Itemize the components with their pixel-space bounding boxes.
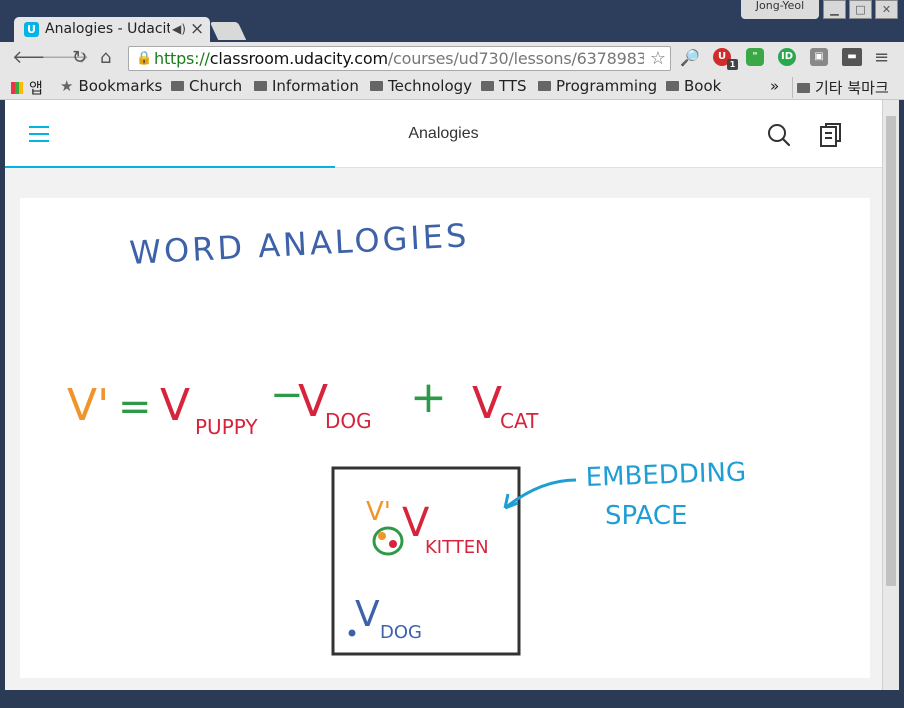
folder-icon bbox=[538, 81, 551, 91]
callout-line-1: EMBEDDING bbox=[585, 457, 746, 493]
puppy-subscript: PUPPY bbox=[195, 415, 258, 439]
bookmark-tts[interactable]: TTS bbox=[481, 77, 527, 95]
dog-subscript: DOG bbox=[325, 409, 372, 433]
folder-icon bbox=[370, 81, 383, 91]
browser-toolbar: 🡐 🡒 ↻ ⌂ 🔒 https://classroom.udacity.com/… bbox=[0, 42, 904, 74]
v-prime-point bbox=[378, 532, 386, 540]
other-bookmarks[interactable]: 기타 북마크 bbox=[792, 77, 889, 98]
extension-badge: 1 bbox=[727, 59, 738, 70]
quote-extension-icon[interactable]: " bbox=[746, 48, 764, 66]
v-dog-symbol: V bbox=[298, 376, 328, 427]
browser-titlebar: U Analogies - Udacit ◀) × Jong-Yeol ▁ □ … bbox=[0, 0, 904, 42]
bookmarks-bar: 앱 ★ Bookmarks Church Information Technolo… bbox=[0, 74, 904, 100]
tab-title: Analogies - Udacit bbox=[45, 21, 170, 37]
video-frame[interactable]: WORD ANALOGIES V' = V PUPPY − V DOG + V … bbox=[20, 198, 870, 678]
profile-button[interactable]: Jong-Yeol bbox=[741, 0, 819, 19]
search-extension-icon[interactable]: 🔎 bbox=[680, 48, 700, 68]
cat-subscript: CAT bbox=[500, 409, 539, 433]
folder-icon bbox=[666, 81, 679, 91]
bookmark-star-icon[interactable]: ☆ bbox=[650, 48, 666, 69]
tab-close-icon[interactable]: × bbox=[190, 19, 204, 39]
equals-sign: = bbox=[118, 384, 152, 430]
folder-icon bbox=[171, 81, 184, 91]
bookmark-technology[interactable]: Technology bbox=[370, 77, 472, 95]
pushbullet-extension-icon[interactable]: ID bbox=[778, 48, 796, 66]
notes-icon[interactable] bbox=[819, 122, 843, 148]
new-tab-button[interactable] bbox=[209, 22, 247, 40]
home-icon[interactable]: ⌂ bbox=[100, 48, 111, 68]
lock-icon: 🔒 bbox=[136, 51, 153, 66]
box-v-prime-symbol: V' bbox=[366, 497, 391, 527]
minimize-icon[interactable]: ▁ bbox=[823, 0, 846, 19]
folder-icon bbox=[797, 83, 810, 93]
video-extension-icon[interactable]: ▬ bbox=[842, 48, 862, 66]
whiteboard-heading: WORD ANALOGIES bbox=[128, 216, 470, 272]
lesson-title: Analogies bbox=[408, 125, 479, 142]
audio-playing-icon[interactable]: ◀) bbox=[172, 22, 186, 36]
plus-sign: + bbox=[410, 372, 447, 423]
page-scrollbar[interactable] bbox=[882, 100, 899, 700]
screenshot-extension-icon[interactable]: ▣ bbox=[810, 48, 828, 66]
maximize-icon[interactable]: □ bbox=[849, 0, 872, 19]
browser-tab[interactable]: U Analogies - Udacit ◀) × bbox=[14, 17, 210, 42]
box-v-dog-symbol: V bbox=[355, 594, 380, 635]
menu-icon[interactable]: ≡ bbox=[874, 48, 889, 68]
reload-icon[interactable]: ↻ bbox=[72, 48, 87, 68]
bookmark-programming[interactable]: Programming bbox=[538, 77, 657, 95]
box-dog-subscript: DOG bbox=[380, 622, 422, 643]
cluster-circle bbox=[372, 526, 404, 556]
lesson-progress-bar bbox=[5, 166, 335, 168]
star-icon: ★ bbox=[60, 77, 74, 95]
v-prime-symbol: V' bbox=[67, 380, 109, 431]
v-puppy-symbol: V bbox=[160, 380, 190, 431]
search-icon[interactable] bbox=[767, 123, 791, 147]
apps-icon bbox=[11, 82, 23, 94]
page-content: Analogies WORD ANALOGIES V' = V PUPPY − … bbox=[5, 100, 882, 700]
bookmark-church[interactable]: Church bbox=[171, 77, 242, 95]
address-bar[interactable]: 🔒 https://classroom.udacity.com/courses/… bbox=[128, 46, 671, 71]
bookmark-apps[interactable]: 앱 bbox=[11, 77, 43, 98]
folder-icon bbox=[481, 81, 494, 91]
bookmark-book[interactable]: Book bbox=[666, 77, 721, 95]
bookmark-bookmarks[interactable]: ★ Bookmarks bbox=[60, 77, 162, 95]
url-text: https://classroom.udacity.com/courses/ud… bbox=[154, 49, 644, 68]
classroom-header: Analogies bbox=[5, 100, 882, 168]
kitten-point bbox=[389, 540, 397, 548]
window-bottom-edge bbox=[0, 690, 904, 708]
window-close-icon[interactable]: ✕ bbox=[875, 0, 898, 19]
scrollbar-thumb[interactable] bbox=[886, 116, 896, 586]
whiteboard-drawing: WORD ANALOGIES V' = V PUPPY − V DOG + V … bbox=[67, 216, 747, 656]
kitten-subscript: KITTEN bbox=[425, 537, 489, 558]
udacity-favicon-icon: U bbox=[24, 22, 39, 37]
folder-icon bbox=[254, 81, 267, 91]
v-cat-symbol: V bbox=[472, 378, 502, 429]
callout-line-2: SPACE bbox=[605, 501, 687, 531]
bookmarks-overflow-button[interactable]: » bbox=[770, 77, 779, 95]
bookmark-information[interactable]: Information bbox=[254, 77, 359, 95]
